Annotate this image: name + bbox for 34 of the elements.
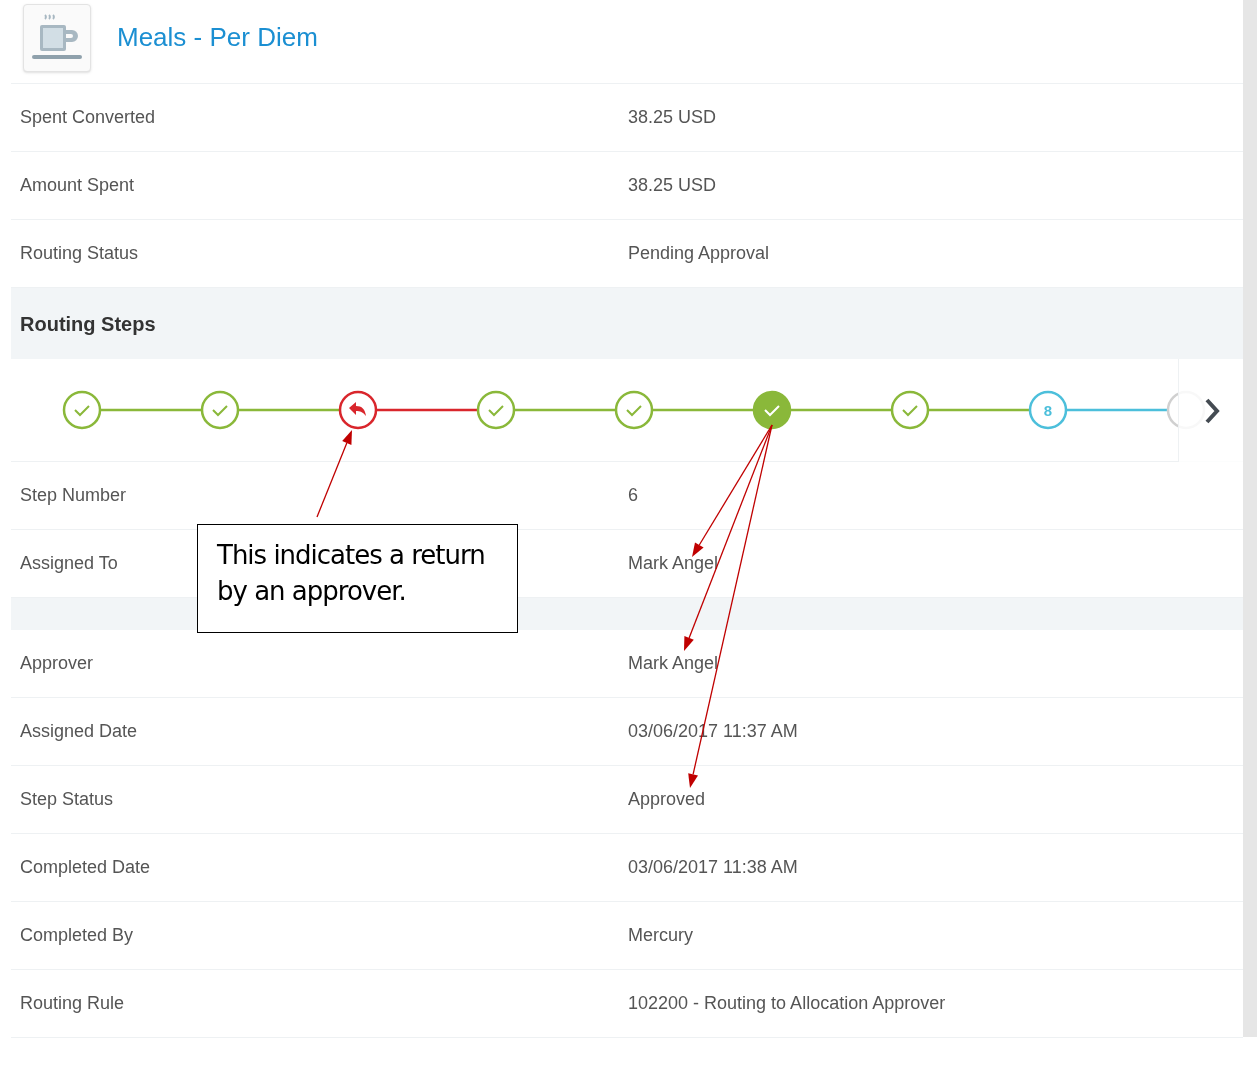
field-value: 03/06/2017 11:38 AM (628, 856, 798, 879)
page-title: Meals - Per Diem (117, 21, 318, 54)
field-value: Mark Angel (628, 652, 719, 675)
scrollbar[interactable] (1243, 0, 1257, 1037)
field-label: Assigned Date (20, 721, 138, 741)
step-marker[interactable] (62, 390, 102, 430)
annotation-tooltip: This indicates a return by an approver. (197, 524, 518, 633)
field-label: Completed Date (20, 857, 151, 877)
step-marker[interactable] (614, 390, 654, 430)
field-label: Spent Converted (20, 107, 156, 127)
field-label: Assigned To (20, 553, 118, 573)
field-label: Step Status (20, 789, 114, 809)
field-label: Routing Rule (20, 993, 125, 1013)
field-value: Pending Approval (628, 242, 770, 265)
step-marker[interactable] (338, 390, 378, 430)
step-marker[interactable] (200, 390, 240, 430)
section-title: Routing Steps (20, 311, 156, 337)
field-value: Approved (628, 788, 706, 811)
step-marker[interactable] (752, 390, 792, 430)
field-label: Approver (20, 653, 94, 673)
field-value: Mark Angel (628, 552, 719, 575)
step-marker[interactable] (890, 390, 930, 430)
field-value: Mercury (628, 924, 693, 947)
field-value: 6 (628, 484, 638, 507)
step-marker[interactable] (476, 390, 516, 430)
field-value: 38.25 USD (628, 106, 717, 129)
coffee-cup-icon (23, 3, 91, 72)
field-label: Completed By (20, 925, 134, 945)
field-value: 102200 - Routing to Allocation Approver (628, 992, 946, 1015)
step-marker[interactable]: 8 (1028, 390, 1068, 430)
field-label: Step Number (20, 485, 127, 505)
field-label: Amount Spent (20, 175, 135, 195)
field-label: Routing Status (20, 243, 139, 263)
field-value: 38.25 USD (628, 174, 717, 197)
